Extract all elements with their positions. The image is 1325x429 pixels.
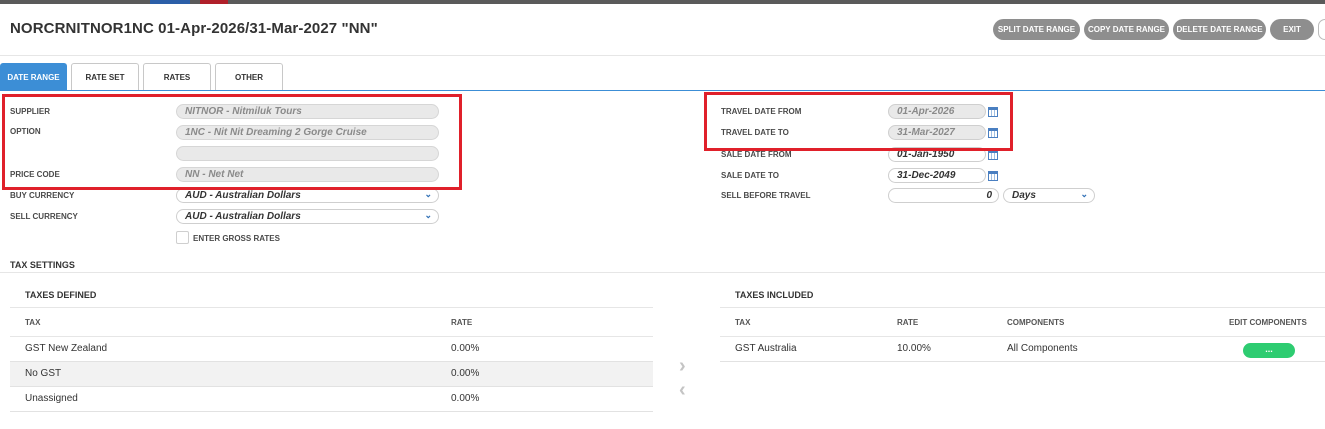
table-row[interactable]: GST New Zealand 0.00%: [10, 337, 653, 362]
tax-rate: 10.00%: [897, 343, 931, 354]
taxes-included-col-edit: EDIT COMPONENTS: [1229, 318, 1307, 327]
more-button[interactable]: [1318, 19, 1325, 40]
tax-rate: 0.00%: [451, 343, 480, 354]
top-strip: [0, 0, 1325, 4]
tax-rate: 0.00%: [451, 393, 480, 404]
taxes-defined-title: TAXES DEFINED: [25, 290, 97, 300]
sale-date-from-label: SALE DATE FROM: [721, 150, 792, 159]
tax-settings-divider: [0, 272, 1325, 273]
sell-before-unit-value: Days: [1012, 190, 1036, 201]
buy-currency-select[interactable]: AUD - Australian Dollars ⌄: [176, 188, 439, 203]
table-row[interactable]: Unassigned 0.00%: [10, 387, 653, 412]
taxes-defined-col-rate: RATE: [451, 318, 473, 327]
move-right-icon[interactable]: ›: [679, 355, 686, 378]
tax-name: Unassigned: [25, 393, 78, 404]
tax-name: No GST: [25, 368, 62, 379]
chevron-down-icon: ⌄: [424, 210, 432, 220]
tab-underline: [0, 90, 1325, 91]
highlight-box-right: [704, 92, 1013, 151]
taxes-included-title: TAXES INCLUDED: [735, 290, 814, 300]
tab-other[interactable]: OTHER: [215, 63, 283, 90]
tax-components: All Components: [1007, 343, 1078, 354]
tax-rate: 0.00%: [451, 368, 480, 379]
exit-button[interactable]: EXIT: [1270, 19, 1314, 40]
calendar-icon[interactable]: [988, 171, 998, 181]
buy-currency-value: AUD - Australian Dollars: [185, 190, 301, 201]
sale-date-to-label: SALE DATE TO: [721, 171, 779, 180]
split-date-range-button[interactable]: SPLIT DATE RANGE: [993, 19, 1080, 40]
tax-name: GST New Zealand: [25, 343, 108, 354]
tab-rate-set[interactable]: RATE SET: [71, 63, 139, 90]
taxes-defined-divider: [10, 307, 653, 308]
buy-currency-label: BUY CURRENCY: [10, 191, 75, 200]
tax-name: GST Australia: [735, 343, 797, 354]
edit-components-button[interactable]: ...: [1243, 343, 1295, 358]
tab-date-range[interactable]: DATE RANGE: [0, 63, 67, 90]
taxes-included-divider: [720, 307, 1325, 308]
enter-gross-rates-label: ENTER GROSS RATES: [193, 234, 280, 243]
table-row[interactable]: GST Australia 10.00% All Components ...: [720, 337, 1325, 362]
header-divider: [0, 55, 1325, 56]
tab-rates[interactable]: RATES: [143, 63, 211, 90]
move-left-icon[interactable]: ‹: [679, 379, 686, 402]
sell-before-travel-input[interactable]: 0: [888, 188, 999, 203]
background-window-peek: [150, 0, 190, 4]
taxes-included-col-components: COMPONENTS: [1007, 318, 1065, 327]
enter-gross-rates-checkbox[interactable]: [176, 231, 189, 244]
calendar-icon[interactable]: [988, 150, 998, 160]
taxes-included-col-tax: TAX: [735, 318, 751, 327]
sell-before-travel-label: SELL BEFORE TRAVEL: [721, 191, 811, 200]
table-row[interactable]: No GST 0.00%: [10, 362, 653, 387]
sell-currency-select[interactable]: AUD - Australian Dollars ⌄: [176, 209, 439, 224]
tax-settings-heading: TAX SETTINGS: [10, 260, 75, 270]
sell-before-unit-select[interactable]: Days ⌄: [1003, 188, 1095, 203]
delete-date-range-button[interactable]: DELETE DATE RANGE: [1173, 19, 1266, 40]
taxes-defined-col-tax: TAX: [25, 318, 41, 327]
taxes-included-col-rate: RATE: [897, 318, 919, 327]
chevron-down-icon: ⌄: [1080, 189, 1088, 199]
highlight-box-left: [2, 94, 462, 190]
sale-date-to-input[interactable]: 31-Dec-2049: [888, 168, 986, 183]
page-title: NORCRNITNOR1NC 01-Apr-2026/31-Mar-2027 "…: [10, 20, 378, 37]
background-window-peek: [200, 0, 228, 4]
sell-currency-value: AUD - Australian Dollars: [185, 211, 301, 222]
sell-currency-label: SELL CURRENCY: [10, 212, 78, 221]
copy-date-range-button[interactable]: COPY DATE RANGE: [1084, 19, 1169, 40]
